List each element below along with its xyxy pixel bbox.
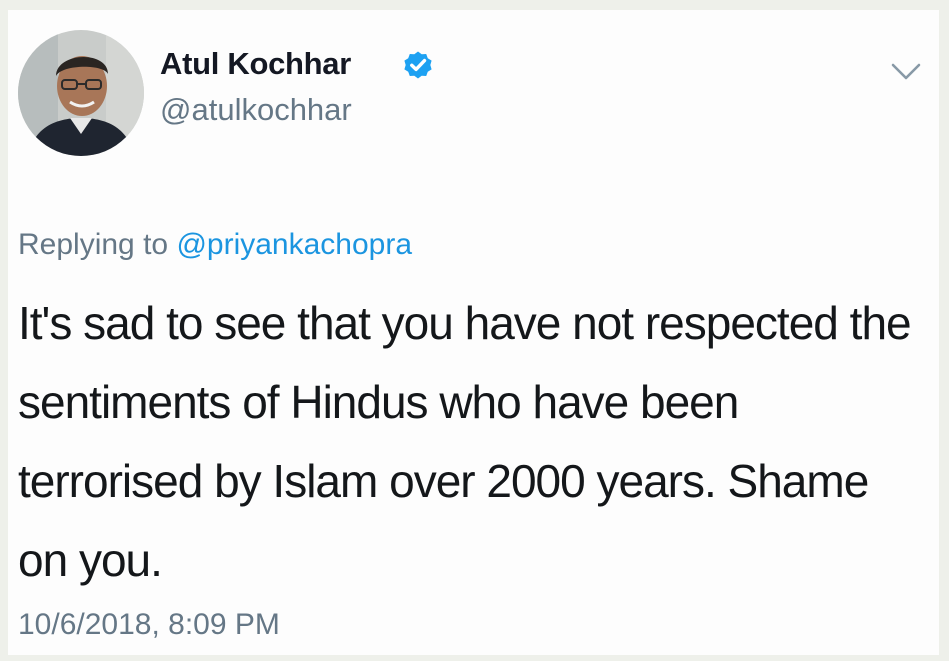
- replying-to-label: Replying to: [18, 228, 169, 261]
- tweet-card: Atul Kochhar @atulkochhar Replying to @p…: [8, 10, 939, 655]
- reply-mention-link[interactable]: @priyankachopra: [176, 228, 412, 261]
- avatar[interactable]: [18, 30, 144, 156]
- replying-to-line: Replying to @priyankachopra: [18, 228, 412, 262]
- chevron-down-icon[interactable]: [888, 60, 924, 84]
- author-display-name[interactable]: Atul Kochhar: [160, 46, 351, 82]
- tweet-text: It's sad to see that you have not respec…: [18, 297, 912, 586]
- verified-badge-icon: [404, 51, 432, 79]
- avatar-image: [18, 30, 144, 156]
- author-handle[interactable]: @atulkochhar: [160, 92, 352, 128]
- tweet-timestamp[interactable]: 10/6/2018, 8:09 PM: [18, 608, 280, 642]
